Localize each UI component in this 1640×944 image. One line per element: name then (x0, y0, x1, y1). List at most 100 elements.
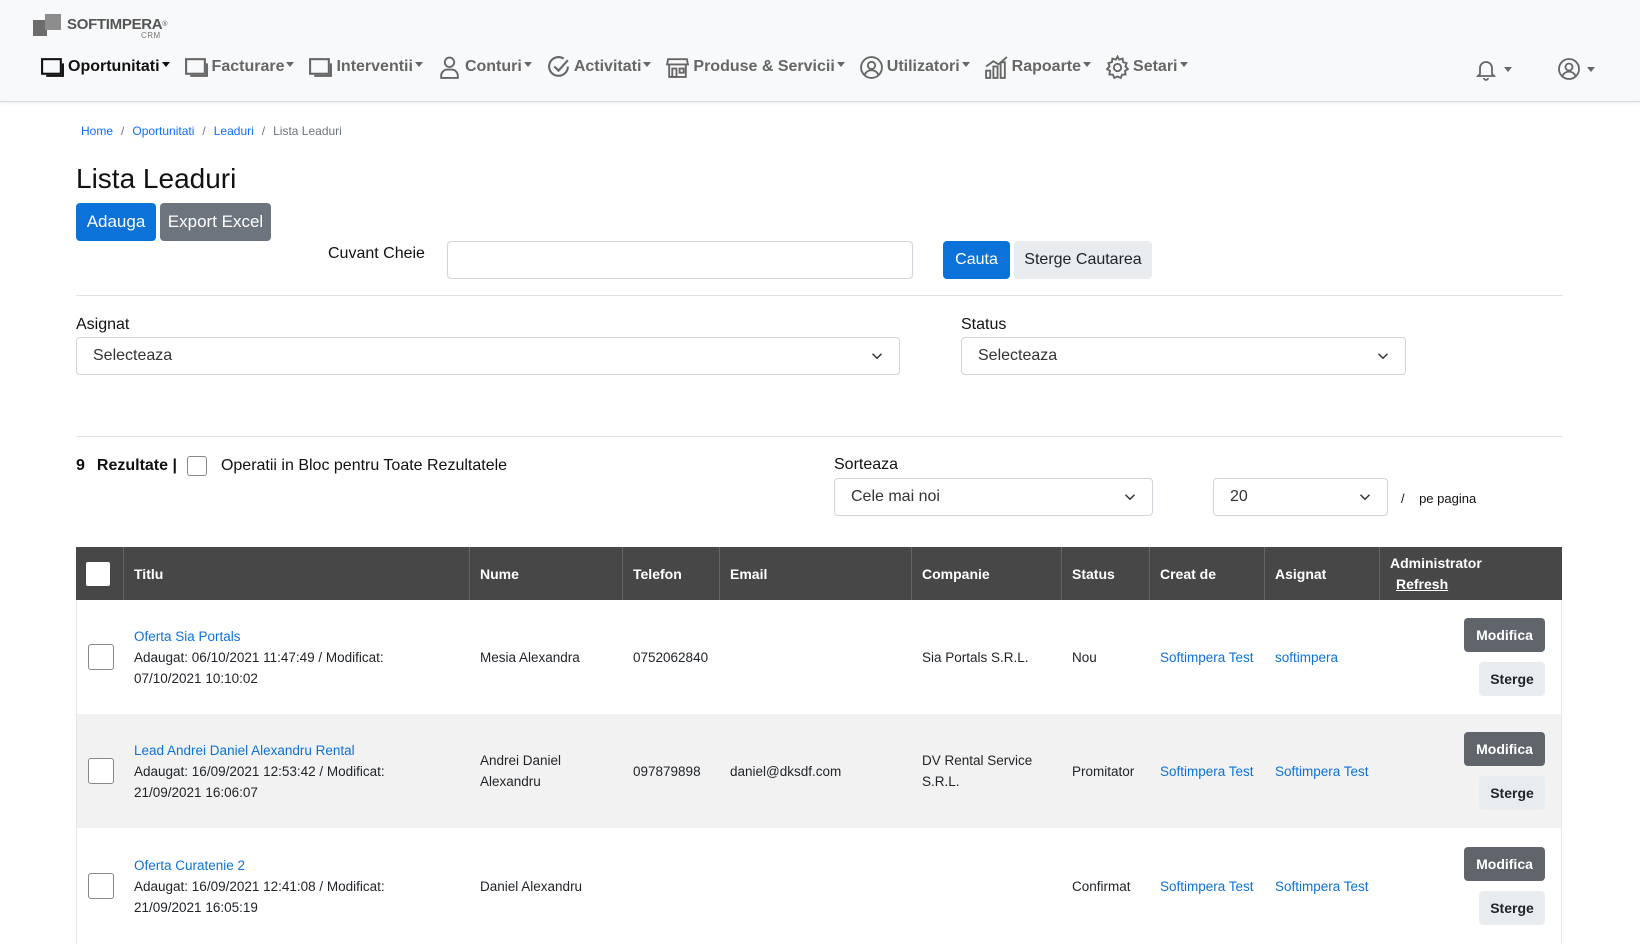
table-row: Lead Andrei Daniel Alexandru Rental Adau… (76, 714, 1562, 828)
divider (76, 295, 1563, 296)
assignee-link[interactable]: softimpera (1275, 647, 1338, 668)
lead-title-link[interactable]: Oferta Curatenie 2 (134, 855, 385, 876)
lead-meta: 21/09/2021 16:05:19 (134, 899, 258, 915)
window-icon (184, 57, 208, 77)
window-icon (309, 57, 333, 77)
breadcrumb-leaduri[interactable]: Leaduri (214, 124, 254, 138)
table-header: Titlu Nume Telefon Email Companie Status… (76, 547, 1562, 600)
header-telefon[interactable]: Telefon (623, 547, 720, 600)
assignee-link[interactable]: Softimpera Test (1275, 876, 1369, 897)
row-checkbox[interactable] (87, 758, 114, 784)
chevron-down-icon (1124, 494, 1136, 501)
chart-icon (984, 55, 1008, 79)
nav-item-interventii[interactable]: Interventii (308, 55, 423, 80)
table-row: Oferta Sia Portals Adaugat: 06/10/2021 1… (76, 600, 1562, 714)
creator-link[interactable]: Softimpera Test (1160, 647, 1254, 668)
lead-title-link[interactable]: Oferta Sia Portals (134, 626, 384, 647)
delete-button[interactable]: Sterge (1479, 776, 1545, 810)
cell-email (720, 600, 912, 714)
search-input[interactable] (447, 241, 913, 279)
header-asignat[interactable]: Asignat (1265, 547, 1380, 600)
user-account-dropdown[interactable] (1557, 57, 1595, 81)
select-all-checkbox[interactable] (86, 561, 110, 586)
nav-item-utilizatori[interactable]: Utilizatori (859, 55, 970, 80)
bulk-operations-checkbox[interactable] (186, 456, 207, 476)
assignee-link[interactable]: Softimpera Test (1275, 761, 1369, 782)
status-label: Status (961, 316, 1007, 333)
lead-meta: 07/10/2021 10:10:02 (134, 670, 258, 686)
per-page-select[interactable]: 20 (1213, 478, 1388, 516)
lead-title-link[interactable]: Lead Andrei Daniel Alexandru Rental (134, 740, 385, 761)
modify-button[interactable]: Modifica (1464, 618, 1545, 652)
lead-meta: Adaugat: 16/09/2021 12:53:42 / Modificat… (134, 763, 385, 779)
nav-item-setari[interactable]: Setari (1105, 54, 1188, 80)
delete-button[interactable]: Sterge (1479, 662, 1545, 696)
top-navbar: SOFTIMPERA® CRM Oportunitati Facturare I… (0, 0, 1640, 102)
sort-label: Sorteaza (834, 456, 899, 473)
header-nume[interactable]: Nume (470, 547, 623, 600)
export-excel-button[interactable]: Export Excel (160, 203, 271, 241)
header-email[interactable]: Email (720, 547, 912, 600)
chevron-down-icon (643, 61, 652, 67)
breadcrumb-home[interactable]: Home (81, 124, 113, 138)
nav-item-oportunitati[interactable]: Oportunitati (40, 55, 170, 80)
gear-icon (1105, 54, 1130, 79)
logo-subtitle: CRM (141, 31, 161, 40)
chevron-down-icon (1083, 61, 1092, 67)
modify-button[interactable]: Modifica (1464, 732, 1545, 766)
asignat-select[interactable]: Selecteaza (76, 337, 900, 375)
header-status[interactable]: Status (1062, 547, 1150, 600)
chevron-down-icon (1587, 66, 1595, 72)
nav-item-activitati[interactable]: Activitati (546, 55, 652, 80)
header-titlu[interactable]: Titlu (124, 547, 470, 600)
per-page-label: / pe pagina (1401, 491, 1477, 506)
nav-item-facturare[interactable]: Facturare (184, 55, 295, 80)
nav-item-produse-servicii[interactable]: Produse & Servicii (665, 55, 845, 80)
check-circle-icon (547, 55, 569, 77)
search-button[interactable]: Cauta (943, 241, 1010, 279)
cell-email (720, 828, 912, 944)
chevron-down-icon (1504, 66, 1512, 72)
user-icon (440, 56, 459, 79)
row-checkbox[interactable] (87, 873, 114, 899)
row-checkbox[interactable] (87, 644, 114, 670)
breadcrumb-oportunitati[interactable]: Oportunitati (132, 124, 194, 138)
search-label: Cuvant Cheie (328, 245, 425, 262)
chevron-down-icon (414, 61, 423, 67)
bell-icon (1475, 61, 1497, 81)
chevron-down-icon (286, 61, 295, 67)
lead-meta: Adaugat: 16/09/2021 12:41:08 / Modificat… (134, 878, 385, 894)
add-button[interactable]: Adauga (76, 203, 156, 241)
status-select[interactable]: Selecteaza (961, 337, 1406, 375)
cell-status: Confirmat (1072, 878, 1131, 894)
app-logo[interactable]: SOFTIMPERA® CRM (33, 12, 167, 42)
refresh-link[interactable]: Refresh (1396, 574, 1448, 595)
header-companie[interactable]: Companie (912, 547, 1062, 600)
nav-item-rapoarte[interactable]: Rapoarte (984, 55, 1092, 80)
lead-meta: Adaugat: 06/10/2021 11:47:49 / Modificat… (134, 649, 384, 665)
creator-link[interactable]: Softimpera Test (1160, 761, 1254, 782)
cell-status: Nou (1072, 649, 1097, 665)
breadcrumb-separator: / (202, 124, 206, 138)
results-label: Rezultate | (96, 457, 177, 474)
cell-companie: Sia Portals S.R.L. (922, 649, 1029, 665)
shop-icon (666, 57, 690, 78)
sort-select[interactable]: Cele mai noi (834, 478, 1153, 516)
chevron-down-icon (871, 353, 883, 360)
user-circle-icon (859, 55, 883, 79)
notifications-dropdown[interactable] (1474, 57, 1512, 81)
creator-link[interactable]: Softimpera Test (1160, 876, 1254, 897)
header-creat-de[interactable]: Creat de (1150, 547, 1265, 600)
main-menu: Oportunitati Facturare Interventii Contu… (40, 51, 1202, 83)
clear-search-button[interactable]: Sterge Cautarea (1014, 241, 1152, 279)
breadcrumb-current: Lista Leaduri (273, 124, 342, 138)
table-row: Oferta Curatenie 2 Adaugat: 16/09/2021 1… (76, 828, 1562, 944)
cell-companie (912, 828, 1062, 944)
delete-button[interactable]: Sterge (1479, 891, 1545, 925)
chevron-down-icon (1377, 353, 1389, 360)
modify-button[interactable]: Modifica (1464, 847, 1545, 881)
breadcrumb: Home / Oportunitati / Leaduri / Lista Le… (81, 124, 342, 138)
bulk-operations-label: Operatii in Bloc pentru Toate Rezultatel… (220, 457, 508, 474)
nav-item-conturi[interactable]: Conturi (437, 55, 532, 80)
cell-telefon: 0752062840 (633, 649, 709, 665)
